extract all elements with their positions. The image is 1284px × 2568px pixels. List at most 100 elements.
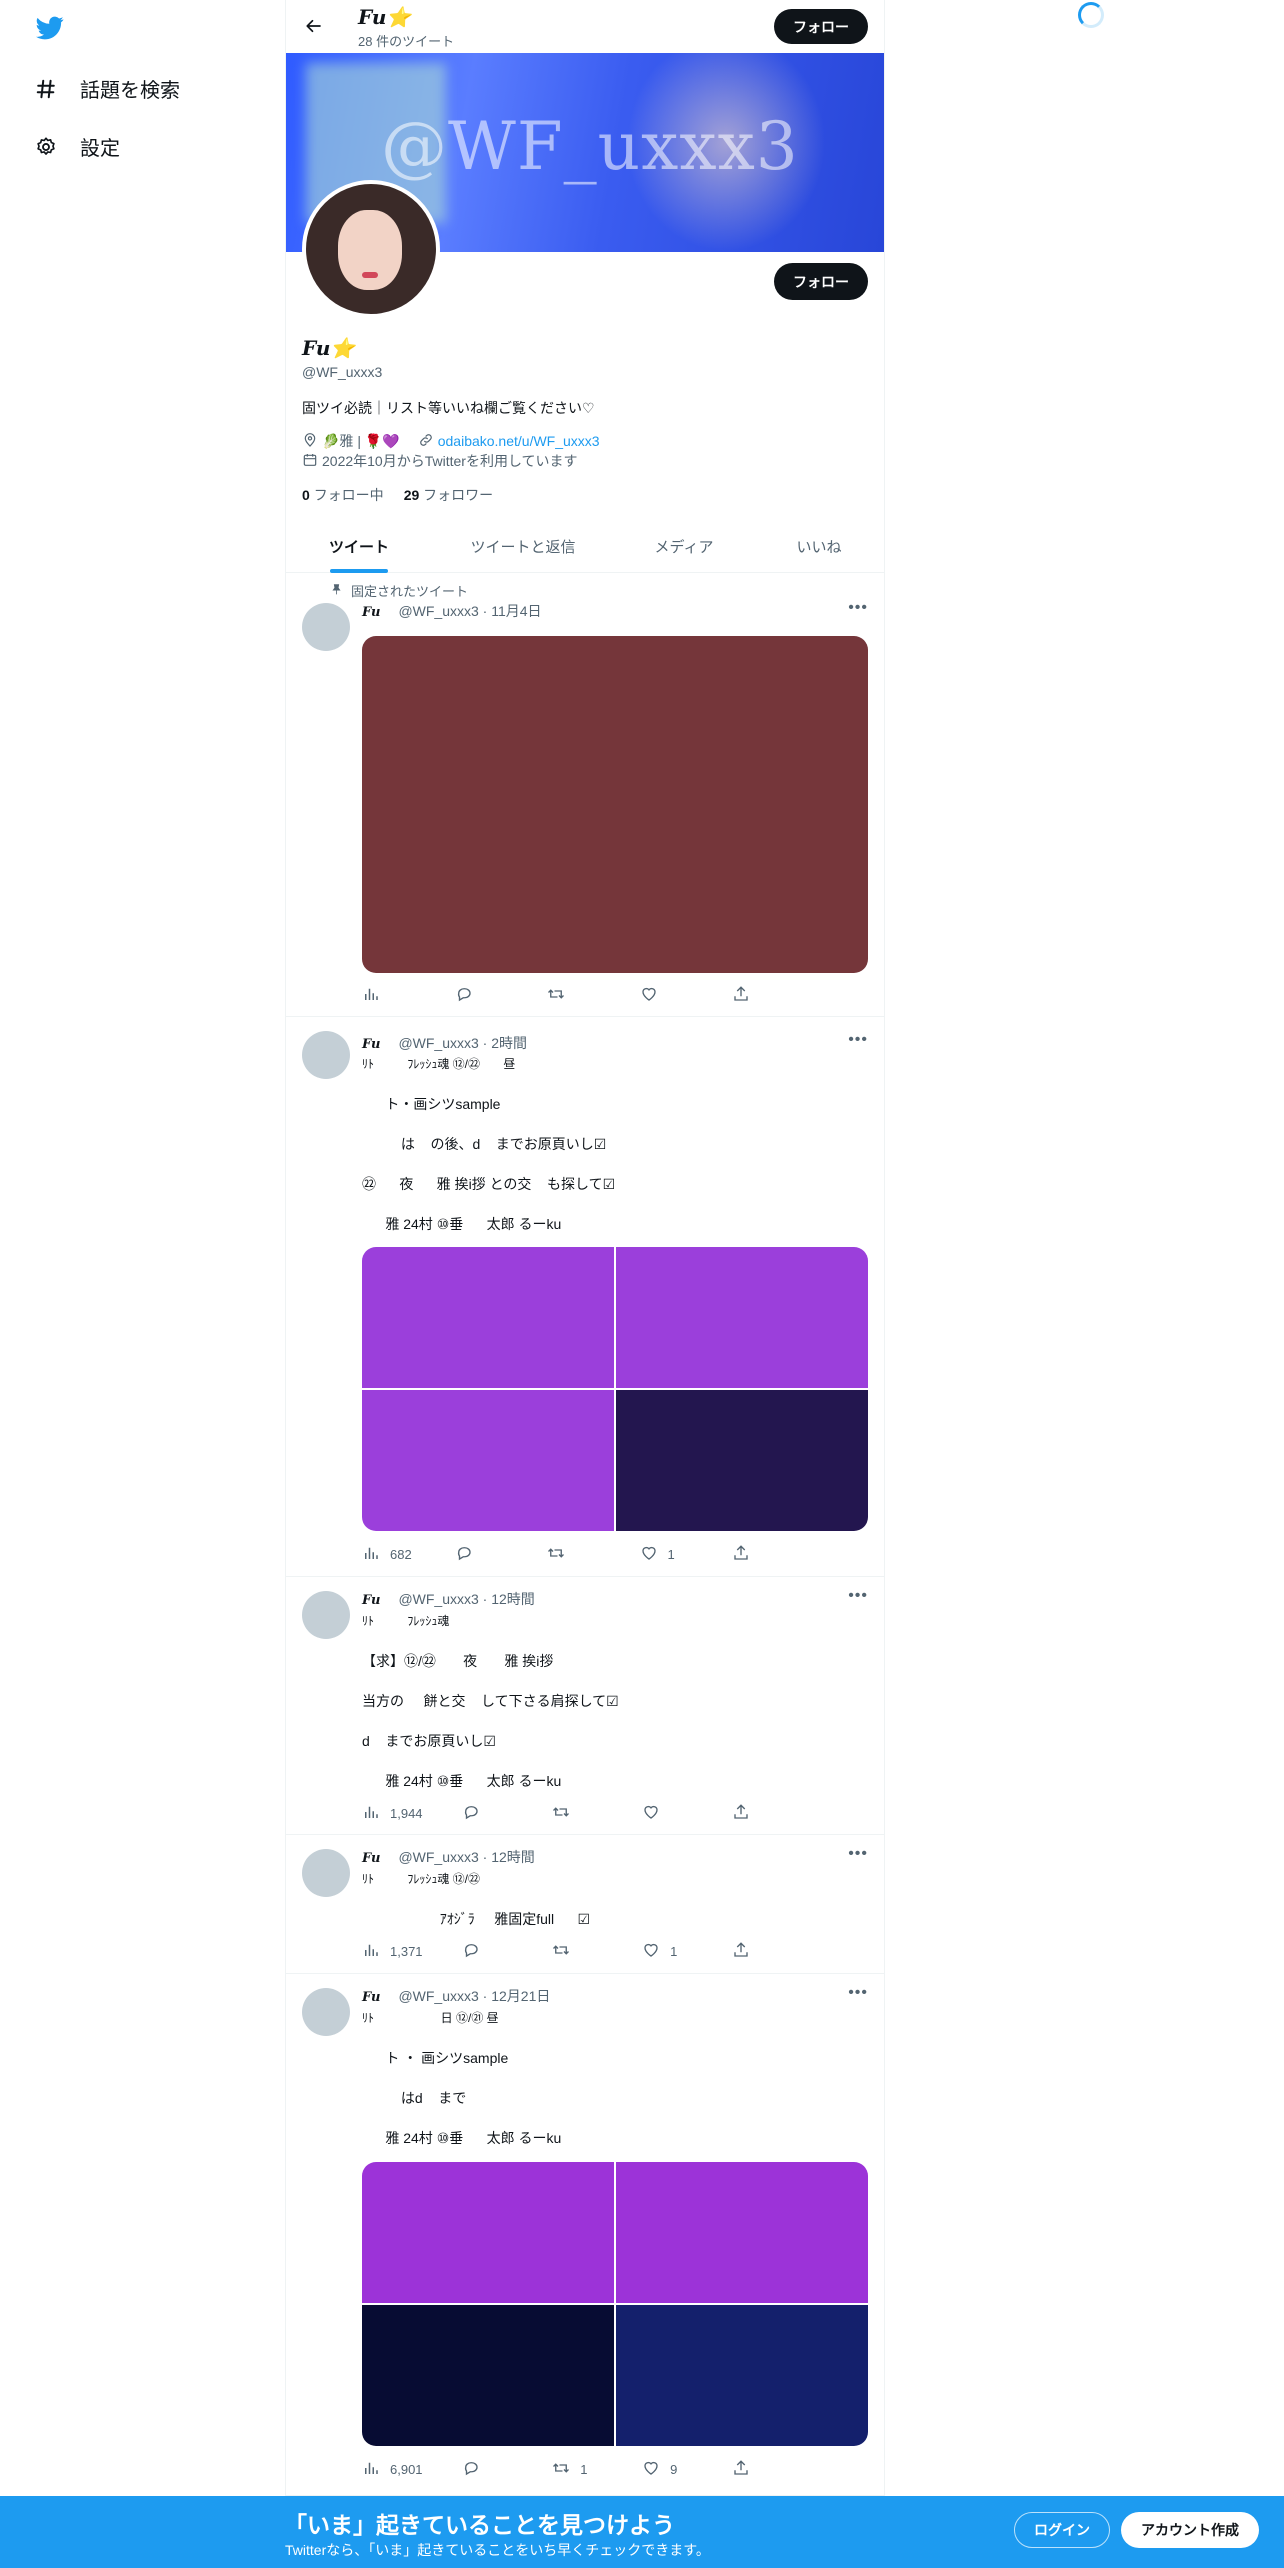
media-thumbnail[interactable] (616, 2162, 868, 2303)
more-options-icon[interactable]: ••• (848, 1587, 868, 1605)
media-thumbnail[interactable] (362, 2305, 614, 2446)
retweet-button[interactable] (547, 1544, 597, 1565)
login-button[interactable]: ログイン (1014, 2512, 1110, 2548)
tweet-avatar[interactable] (302, 1849, 350, 1897)
share-button[interactable] (732, 1544, 782, 1565)
media-thumbnail[interactable] (362, 2162, 614, 2303)
reply-button[interactable] (462, 2459, 512, 2480)
share-button[interactable] (732, 1941, 782, 1962)
header-profile-name: Fu⭐ (358, 5, 412, 29)
reply-button[interactable] (455, 1544, 505, 1565)
tweet-text-line: 当方の 餅と交 して下さる肩探して☑ (362, 1693, 619, 1709)
tab-tweets-and-replies[interactable]: ツイートと返信 (432, 520, 614, 573)
like-button[interactable] (642, 1803, 692, 1824)
media-thumbnail[interactable] (616, 1390, 868, 1531)
reply-button[interactable] (462, 1803, 512, 1824)
more-options-icon[interactable]: ••• (848, 599, 868, 617)
share-button[interactable] (732, 1803, 782, 1824)
tweet[interactable]: Fu @WF_uxxx3 · 12時間 ••• ﾘﾄ ﾌﾚｯｼｭ魂 ⑫/㉒ ｱｵｼ… (286, 1835, 884, 1974)
tweet-media-grid[interactable] (362, 2162, 868, 2446)
tweet[interactable]: Fu @WF_uxxx3 · 2時間 ••• ﾘﾄ ﾌﾚｯｼｭ魂 ⑫/㉒ 昼 ト・… (286, 1017, 884, 1577)
back-arrow-icon[interactable] (300, 12, 328, 40)
tweet-text-line: ト ・ 画シツsample (362, 2050, 509, 2066)
tweet-header: Fu @WF_uxxx3 · 12時間 (362, 1591, 535, 1608)
analytics-icon (362, 2459, 380, 2480)
tweet[interactable]: Fu @WF_uxxx3 · 12月21日 ••• ﾘﾄ 日 ⑫/㉑ 昼 ト ・ … (286, 1974, 884, 2496)
tweet-avatar[interactable] (302, 1988, 350, 2036)
views-button[interactable]: 1,371 (362, 1941, 423, 1962)
retweet-icon (552, 1803, 570, 1824)
pinned-label: 固定されたツイート (330, 581, 468, 600)
views-button[interactable] (362, 985, 412, 1006)
profile-meta-row: 🥬雅 | 🌹💜 odaibako.net/u/WF_uxxx3 (302, 431, 600, 451)
tweet-text-line: ｱｵｼﾞﾗ 雅固定full ☑ (362, 1911, 591, 1927)
tweet-text-line: ﾘﾄ 日 ⑫/㉑ 昼 (362, 2011, 499, 2025)
share-icon (732, 985, 750, 1006)
following-stat[interactable]: 0 フォロー中 (302, 485, 384, 505)
profile-handle: @WF_uxxx3 (302, 364, 383, 380)
media-thumbnail[interactable] (616, 2305, 868, 2446)
analytics-icon (362, 1941, 380, 1962)
profile-name: Fu⭐ (302, 336, 356, 360)
share-button[interactable] (732, 985, 782, 1006)
sidebar-item-label: 話題を検索 (80, 80, 180, 102)
tweet-avatar[interactable] (302, 603, 350, 651)
retweet-icon (547, 1544, 565, 1565)
tweet-text-line: ﾘﾄ ﾌﾚｯｼｭ魂 ⑫/㉒ (362, 1872, 481, 1886)
header-follow-button[interactable]: フォロー (774, 9, 868, 44)
retweet-button[interactable] (552, 1803, 602, 1824)
like-button[interactable]: 1 (642, 1941, 692, 1962)
tweet-media-grid[interactable] (362, 1247, 868, 1531)
reply-button[interactable] (462, 1941, 512, 1962)
signup-headline: 「いま」起きていることを見つけよう (284, 2512, 675, 2538)
retweet-button[interactable] (552, 1941, 602, 1962)
profile-link[interactable]: odaibako.net/u/WF_uxxx3 (438, 433, 600, 449)
tab-tweets[interactable]: ツイート (286, 520, 432, 573)
link-icon (418, 432, 434, 451)
like-button[interactable]: 9 (642, 2459, 692, 2480)
like-button[interactable] (640, 985, 690, 1006)
tab-media[interactable]: メディア (614, 520, 754, 573)
more-options-icon[interactable]: ••• (848, 1984, 868, 2002)
share-button[interactable] (732, 2459, 782, 2480)
views-button[interactable]: 6,901 (362, 2459, 423, 2480)
reply-icon (455, 1544, 473, 1565)
heart-icon (640, 1544, 658, 1565)
tweet-actions: 1,944 (362, 1803, 782, 1823)
profile-follow-button[interactable]: フォロー (774, 263, 868, 300)
create-account-button[interactable]: アカウント作成 (1121, 2512, 1259, 2548)
media-thumbnail[interactable] (362, 1247, 614, 1388)
tweet-avatar[interactable] (302, 1031, 350, 1079)
retweet-button[interactable] (547, 985, 597, 1006)
sidebar-item-settings[interactable]: 設定 (34, 132, 120, 161)
media-thumbnail[interactable] (616, 1247, 868, 1388)
tweet-text-line: はd まで (362, 2090, 467, 2106)
tweet-text-line: 雅 24村 ⑩垂 太郎 るーku (362, 2130, 562, 2146)
tweet-media[interactable] (362, 636, 868, 973)
follow-stats: 0 フォロー中 29 フォロワー (302, 485, 493, 505)
tweet[interactable]: Fu @WF_uxxx3 · 12時間 ••• ﾘﾄ ﾌﾚｯｼｭ魂 【求】⑫/㉒ … (286, 1577, 884, 1835)
tweet-text-line: d までお原頁いし☑ (362, 1733, 496, 1749)
tweet-avatar[interactable] (302, 1591, 350, 1639)
tweet-text-line: 【求】⑫/㉒ 夜 雅 挨i拶 (362, 1653, 554, 1669)
profile-bio: 固ツイ必読｜リスト等いいね欄ご覧ください♡ (302, 400, 595, 416)
more-options-icon[interactable]: ••• (848, 1845, 868, 1863)
reply-button[interactable] (455, 985, 505, 1006)
tweet-text-line: は の後、d までお原頁いし☑ (362, 1136, 607, 1152)
retweet-button[interactable]: 1 (552, 2459, 602, 2480)
media-thumbnail[interactable] (362, 1390, 614, 1531)
views-button[interactable]: 1,944 (362, 1803, 423, 1824)
tweet-text-line: ﾘﾄ ﾌﾚｯｼｭ魂 ⑫/㉒ 昼 (362, 1057, 516, 1071)
retweet-icon (552, 1941, 570, 1962)
like-button[interactable]: 1 (640, 1544, 690, 1565)
tweet-pinned[interactable]: 固定されたツイート Fu @WF_uxxx3 · 11月4日 ••• (286, 573, 884, 1017)
followers-stat[interactable]: 29 フォロワー (404, 485, 493, 505)
sidebar-item-explore[interactable]: 話題を検索 (34, 74, 180, 103)
more-options-icon[interactable]: ••• (848, 1031, 868, 1049)
tab-likes[interactable]: いいね (754, 520, 884, 573)
profile-avatar[interactable] (302, 180, 440, 318)
twitter-logo-icon[interactable] (34, 14, 66, 42)
banner-watermark: @WF_uxxx3 (381, 108, 799, 185)
views-button[interactable]: 682 (362, 1544, 412, 1565)
profile-tabs: ツイート ツイートと返信 メディア いいね (286, 520, 884, 573)
